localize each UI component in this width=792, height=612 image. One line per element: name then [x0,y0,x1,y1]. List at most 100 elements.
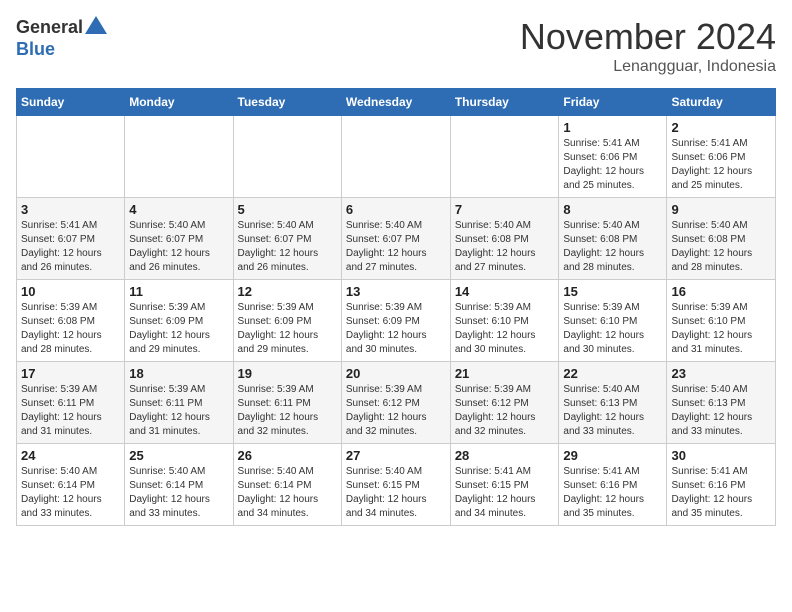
month-title: November 2024 [520,16,776,58]
day-info: Sunrise: 5:40 AMSunset: 6:14 PMDaylight:… [129,465,228,521]
page-header: General Blue November 2024 Lenangguar, I… [16,16,776,76]
day-info: Sunrise: 5:39 AMSunset: 6:11 PMDaylight:… [129,383,228,439]
day-number: 19 [238,366,337,381]
logo-triangle-icon [85,16,107,34]
day-number: 14 [455,284,555,299]
day-info: Sunrise: 5:40 AMSunset: 6:07 PMDaylight:… [129,219,228,275]
calendar-cell: 8 Sunrise: 5:40 AMSunset: 6:08 PMDaylight… [559,198,667,280]
day-info: Sunrise: 5:41 AMSunset: 6:16 PMDaylight:… [671,465,771,521]
day-number: 5 [238,202,337,217]
calendar-cell: 10Sunrise: 5:39 AMSunset: 6:08 PMDayligh… [17,280,125,362]
calendar-week-row: 17 Sunrise: 5:39 AMSunset: 6:11 PMDayligh… [17,362,776,444]
day-number: 12 [238,284,337,299]
day-info: Sunrise: 5:40 AMSunset: 6:07 PMDaylight:… [346,219,446,275]
day-info: Sunrise: 5:39 AMSunset: 6:09 PMDaylight:… [346,301,446,357]
calendar-cell: 26Sunrise: 5:40 AMSunset: 6:14 PMDayligh… [233,444,341,526]
day-number: 20 [346,366,446,381]
title-block: November 2024 Lenangguar, Indonesia [520,16,776,76]
weekday-header-friday: Friday [559,89,667,116]
calendar-cell: 19 Sunrise: 5:39 AMSunset: 6:11 PMDayligh… [233,362,341,444]
weekday-header-sunday: Sunday [17,89,125,116]
calendar-cell [450,116,559,198]
day-number: 22 [563,366,662,381]
day-info: Sunrise: 5:41 AMSunset: 6:15 PMDaylight:… [455,465,555,521]
calendar-cell: 20 Sunrise: 5:39 AMSunset: 6:12 PMDayligh… [341,362,450,444]
calendar-cell: 27Sunrise: 5:40 AMSunset: 6:15 PMDayligh… [341,444,450,526]
day-number: 24 [21,448,120,463]
day-info: Sunrise: 5:40 AMSunset: 6:07 PMDaylight:… [238,219,337,275]
day-info: Sunrise: 5:40 AMSunset: 6:14 PMDaylight:… [21,465,120,521]
calendar-cell: 23 Sunrise: 5:40 AMSunset: 6:13 PMDayligh… [667,362,776,444]
calendar-cell: 5 Sunrise: 5:40 AMSunset: 6:07 PMDaylight… [233,198,341,280]
day-info: Sunrise: 5:41 AMSunset: 6:16 PMDaylight:… [563,465,662,521]
day-number: 18 [129,366,228,381]
day-info: Sunrise: 5:39 AMSunset: 6:09 PMDaylight:… [129,301,228,357]
calendar-cell: 3 Sunrise: 5:41 AMSunset: 6:07 PMDaylight… [17,198,125,280]
day-number: 1 [563,120,662,135]
day-info: Sunrise: 5:39 AMSunset: 6:10 PMDaylight:… [455,301,555,357]
day-info: Sunrise: 5:39 AMSunset: 6:12 PMDaylight:… [346,383,446,439]
day-number: 28 [455,448,555,463]
calendar-cell: 6Sunrise: 5:40 AMSunset: 6:07 PMDaylight… [341,198,450,280]
day-number: 4 [129,202,228,217]
calendar-cell: 28 Sunrise: 5:41 AMSunset: 6:15 PMDayligh… [450,444,559,526]
day-number: 17 [21,366,120,381]
day-info: Sunrise: 5:39 AMSunset: 6:10 PMDaylight:… [563,301,662,357]
day-info: Sunrise: 5:40 AMSunset: 6:13 PMDaylight:… [563,383,662,439]
day-info: Sunrise: 5:40 AMSunset: 6:08 PMDaylight:… [671,219,771,275]
weekday-header-tuesday: Tuesday [233,89,341,116]
day-number: 25 [129,448,228,463]
day-number: 10 [21,284,120,299]
day-number: 7 [455,202,555,217]
calendar-cell [233,116,341,198]
day-info: Sunrise: 5:39 AMSunset: 6:12 PMDaylight:… [455,383,555,439]
calendar-cell: 24 Sunrise: 5:40 AMSunset: 6:14 PMDayligh… [17,444,125,526]
day-info: Sunrise: 5:39 AMSunset: 6:10 PMDaylight:… [671,301,771,357]
day-info: Sunrise: 5:39 AMSunset: 6:11 PMDaylight:… [238,383,337,439]
day-number: 9 [671,202,771,217]
calendar-cell: 2 Sunrise: 5:41 AMSunset: 6:06 PMDaylight… [667,116,776,198]
weekday-header-monday: Monday [125,89,233,116]
day-info: Sunrise: 5:39 AMSunset: 6:09 PMDaylight:… [238,301,337,357]
day-info: Sunrise: 5:39 AMSunset: 6:11 PMDaylight:… [21,383,120,439]
day-number: 16 [671,284,771,299]
calendar-cell: 11 Sunrise: 5:39 AMSunset: 6:09 PMDayligh… [125,280,233,362]
day-info: Sunrise: 5:41 AMSunset: 6:07 PMDaylight:… [21,219,120,275]
weekday-header-thursday: Thursday [450,89,559,116]
calendar-week-row: 10Sunrise: 5:39 AMSunset: 6:08 PMDayligh… [17,280,776,362]
day-number: 2 [671,120,771,135]
calendar-table: SundayMondayTuesdayWednesdayThursdayFrid… [16,88,776,526]
calendar-cell: 21Sunrise: 5:39 AMSunset: 6:12 PMDayligh… [450,362,559,444]
calendar-cell: 25 Sunrise: 5:40 AMSunset: 6:14 PMDayligh… [125,444,233,526]
calendar-cell: 18 Sunrise: 5:39 AMSunset: 6:11 PMDayligh… [125,362,233,444]
location-text: Lenangguar, Indonesia [520,58,776,76]
weekday-header-saturday: Saturday [667,89,776,116]
calendar-week-row: 1 Sunrise: 5:41 AMSunset: 6:06 PMDaylight… [17,116,776,198]
calendar-cell [341,116,450,198]
day-number: 8 [563,202,662,217]
day-number: 11 [129,284,228,299]
calendar-week-row: 3 Sunrise: 5:41 AMSunset: 6:07 PMDaylight… [17,198,776,280]
day-number: 26 [238,448,337,463]
day-info: Sunrise: 5:40 AMSunset: 6:08 PMDaylight:… [563,219,662,275]
logo-blue-text: Blue [16,39,55,59]
calendar-cell: 4 Sunrise: 5:40 AMSunset: 6:07 PMDaylight… [125,198,233,280]
calendar-cell: 15 Sunrise: 5:39 AMSunset: 6:10 PMDayligh… [559,280,667,362]
day-info: Sunrise: 5:40 AMSunset: 6:08 PMDaylight:… [455,219,555,275]
calendar-cell [17,116,125,198]
day-info: Sunrise: 5:40 AMSunset: 6:13 PMDaylight:… [671,383,771,439]
day-info: Sunrise: 5:41 AMSunset: 6:06 PMDaylight:… [563,137,662,193]
day-info: Sunrise: 5:41 AMSunset: 6:06 PMDaylight:… [671,137,771,193]
day-number: 15 [563,284,662,299]
calendar-cell: 1 Sunrise: 5:41 AMSunset: 6:06 PMDaylight… [559,116,667,198]
day-info: Sunrise: 5:40 AMSunset: 6:15 PMDaylight:… [346,465,446,521]
day-number: 23 [671,366,771,381]
logo-general-text: General [16,17,83,38]
day-number: 3 [21,202,120,217]
weekday-header-row: SundayMondayTuesdayWednesdayThursdayFrid… [17,89,776,116]
calendar-cell: 30Sunrise: 5:41 AMSunset: 6:16 PMDayligh… [667,444,776,526]
calendar-week-row: 24 Sunrise: 5:40 AMSunset: 6:14 PMDayligh… [17,444,776,526]
logo: General Blue [16,16,107,60]
calendar-cell: 16 Sunrise: 5:39 AMSunset: 6:10 PMDayligh… [667,280,776,362]
calendar-cell: 17 Sunrise: 5:39 AMSunset: 6:11 PMDayligh… [17,362,125,444]
